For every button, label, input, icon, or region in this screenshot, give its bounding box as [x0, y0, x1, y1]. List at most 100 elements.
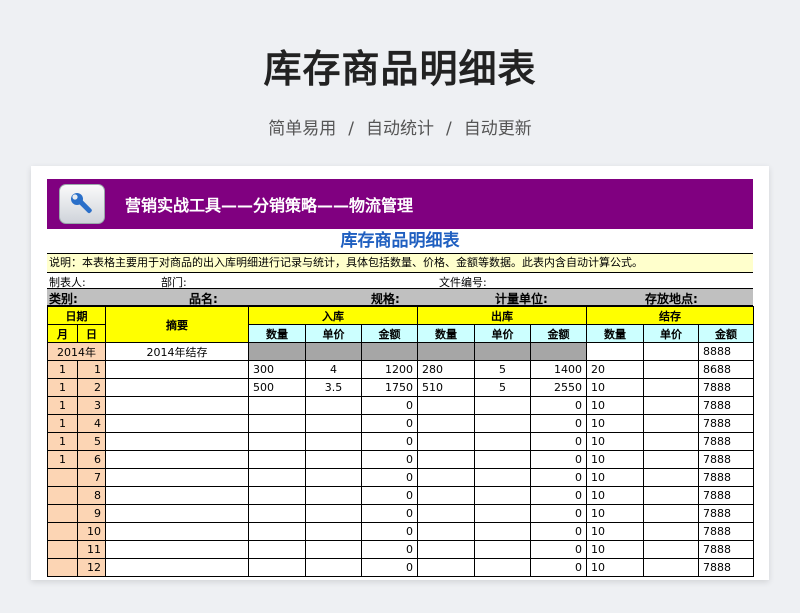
bal-amount-cell[interactable]: 8888 [698, 342, 755, 361]
day-cell[interactable]: 8 [77, 486, 106, 505]
bal-price-cell[interactable] [643, 558, 700, 577]
bal-qty-cell[interactable]: 10 [586, 540, 645, 559]
out-price-cell[interactable] [474, 504, 532, 523]
month-cell[interactable]: 1 [47, 396, 78, 415]
bal-qty-cell[interactable]: 10 [586, 414, 645, 433]
in-amount-cell[interactable]: 0 [360, 396, 419, 415]
bal-amount-cell[interactable]: 7888 [698, 378, 755, 397]
in-price-cell[interactable] [305, 414, 362, 433]
day-cell[interactable]: 6 [77, 450, 106, 469]
out-price-cell[interactable] [474, 396, 532, 415]
in-qty-cell[interactable] [248, 414, 306, 433]
out-amount-cell[interactable]: 0 [530, 486, 588, 505]
out-amount-cell[interactable]: 0 [530, 414, 588, 433]
in-price-cell[interactable]: 3.5 [305, 378, 362, 397]
in-qty-cell[interactable] [248, 504, 306, 523]
in-price-cell[interactable] [305, 468, 362, 487]
summary-cell[interactable] [105, 558, 249, 577]
in-price-cell[interactable] [305, 396, 362, 415]
in-qty-cell[interactable]: 300 [248, 360, 306, 379]
out-qty-cell[interactable] [417, 468, 476, 487]
bal-qty-cell[interactable] [586, 342, 645, 361]
out-amount-cell[interactable]: 0 [530, 558, 588, 577]
summary-cell[interactable] [105, 432, 249, 451]
out-qty-cell[interactable]: 510 [417, 378, 476, 397]
bal-price-cell[interactable] [643, 468, 700, 487]
in-price-cell[interactable] [305, 504, 362, 523]
bal-amount-cell[interactable]: 7888 [698, 450, 755, 469]
out-price-cell[interactable] [474, 486, 532, 505]
bal-qty-cell[interactable]: 20 [586, 360, 645, 379]
out-qty-cell[interactable] [417, 486, 476, 505]
bal-amount-cell[interactable]: 7888 [698, 540, 755, 559]
day-cell[interactable]: 1 [77, 360, 106, 379]
out-price-cell[interactable] [474, 522, 532, 541]
in-amount-cell[interactable]: 1200 [360, 360, 419, 379]
day-cell[interactable]: 9 [77, 504, 106, 523]
bal-amount-cell[interactable]: 7888 [698, 504, 755, 523]
summary-cell[interactable] [105, 378, 249, 397]
in-price-cell[interactable] [305, 558, 362, 577]
out-amount-cell[interactable]: 0 [530, 468, 588, 487]
day-cell[interactable]: 12 [77, 558, 106, 577]
out-qty-cell[interactable] [417, 558, 476, 577]
out-qty-cell[interactable] [417, 450, 476, 469]
in-amount-cell[interactable]: 0 [360, 522, 419, 541]
bal-price-cell[interactable] [643, 414, 700, 433]
bal-amount-cell[interactable]: 7888 [698, 414, 755, 433]
bal-qty-cell[interactable]: 10 [586, 378, 645, 397]
bal-amount-cell[interactable]: 7888 [698, 522, 755, 541]
in-amount-cell[interactable]: 0 [360, 486, 419, 505]
bal-price-cell[interactable] [643, 396, 700, 415]
out-price-cell[interactable] [474, 450, 532, 469]
summary-cell[interactable] [105, 540, 249, 559]
bal-price-cell[interactable] [643, 540, 700, 559]
in-qty-cell[interactable] [248, 486, 306, 505]
in-amount-cell[interactable]: 1750 [360, 378, 419, 397]
bal-qty-cell[interactable]: 10 [586, 432, 645, 451]
day-cell[interactable]: 4 [77, 414, 106, 433]
out-amount-cell[interactable]: 2550 [530, 378, 588, 397]
bal-amount-cell[interactable]: 7888 [698, 468, 755, 487]
out-price-cell[interactable] [474, 414, 532, 433]
in-price-cell[interactable] [305, 450, 362, 469]
bal-qty-cell[interactable]: 10 [586, 450, 645, 469]
day-cell[interactable]: 11 [77, 540, 106, 559]
in-qty-cell[interactable] [248, 468, 306, 487]
summary-cell[interactable] [105, 486, 249, 505]
bal-qty-cell[interactable]: 10 [586, 468, 645, 487]
out-qty-cell[interactable] [417, 504, 476, 523]
summary-cell[interactable] [105, 522, 249, 541]
bal-amount-cell[interactable]: 7888 [698, 396, 755, 415]
in-qty-cell[interactable]: 500 [248, 378, 306, 397]
bal-amount-cell[interactable]: 8688 [698, 360, 755, 379]
in-qty-cell[interactable] [248, 540, 306, 559]
in-qty-cell[interactable] [248, 432, 306, 451]
in-amount-cell[interactable] [360, 342, 419, 361]
in-amount-cell[interactable]: 0 [360, 432, 419, 451]
in-qty-cell[interactable] [248, 558, 306, 577]
out-price-cell[interactable] [474, 432, 532, 451]
bal-amount-cell[interactable]: 7888 [698, 558, 755, 577]
in-amount-cell[interactable]: 0 [360, 414, 419, 433]
month-cell[interactable]: 1 [47, 378, 78, 397]
out-price-cell[interactable]: 5 [474, 378, 532, 397]
month-cell[interactable] [47, 558, 78, 577]
day-cell[interactable]: 5 [77, 432, 106, 451]
out-qty-cell[interactable] [417, 432, 476, 451]
in-price-cell[interactable] [305, 342, 362, 361]
out-qty-cell[interactable]: 280 [417, 360, 476, 379]
month-cell[interactable] [47, 540, 78, 559]
bal-price-cell[interactable] [643, 378, 700, 397]
in-qty-cell[interactable] [248, 522, 306, 541]
out-price-cell[interactable] [474, 558, 532, 577]
out-amount-cell[interactable]: 0 [530, 504, 588, 523]
summary-cell[interactable] [105, 396, 249, 415]
month-cell[interactable] [47, 486, 78, 505]
out-price-cell[interactable] [474, 468, 532, 487]
out-amount-cell[interactable]: 0 [530, 450, 588, 469]
month-cell[interactable]: 1 [47, 360, 78, 379]
bal-price-cell[interactable] [643, 486, 700, 505]
in-price-cell[interactable] [305, 522, 362, 541]
out-amount-cell[interactable]: 0 [530, 522, 588, 541]
